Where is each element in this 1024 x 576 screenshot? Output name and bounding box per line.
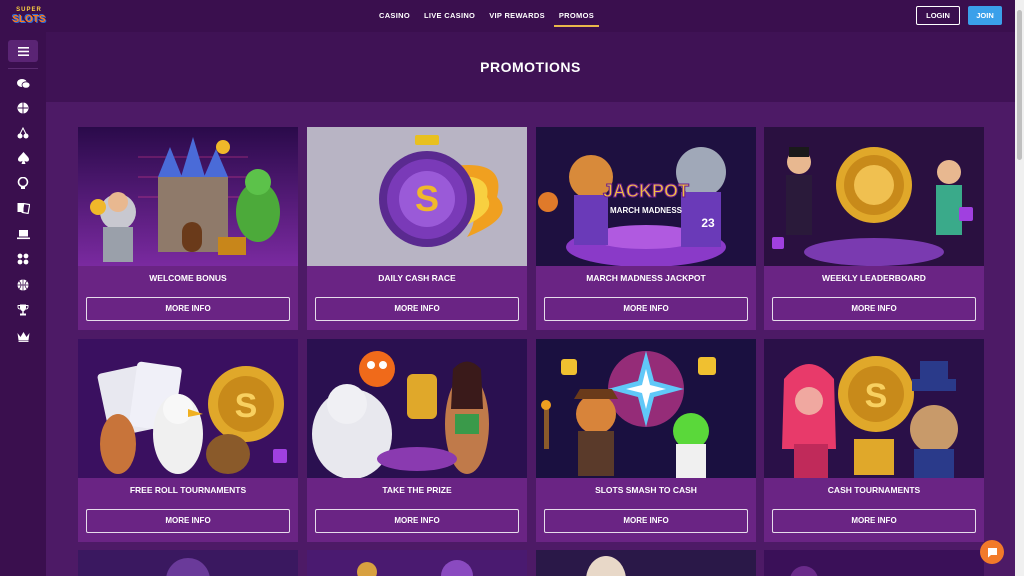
welcome-bonus-artwork[interactable]: [78, 127, 298, 266]
promo-artwork-partial[interactable]: [764, 550, 984, 576]
promo-card: S CASH TOURNAMENTS MORE INFO: [764, 339, 984, 542]
more-info-button[interactable]: MORE INFO: [86, 297, 290, 321]
slots-smash-to-cash-artwork[interactable]: [536, 339, 756, 478]
more-info-button[interactable]: MORE INFO: [315, 509, 519, 533]
cherries-icon[interactable]: [15, 125, 31, 141]
weekly-leaderboard-artwork[interactable]: [764, 127, 984, 266]
nav-promos[interactable]: PROMOS: [552, 0, 601, 32]
promo-title: WEEKLY LEADERBOARD: [822, 273, 926, 283]
promo-card: JACKPOT MARCH MADNESS 23 MARCH MADNESS J…: [536, 127, 756, 330]
promo-card-partial: [307, 550, 527, 576]
promo-title: WELCOME BONUS: [149, 273, 227, 283]
daily-cash-race-artwork[interactable]: S: [307, 127, 527, 266]
promo-card-partial: [536, 550, 756, 576]
promo-card: WEEKLY LEADERBOARD MORE INFO: [764, 127, 984, 330]
more-info-button[interactable]: MORE INFO: [772, 509, 976, 533]
promo-card: SLOTS SMASH TO CASH MORE INFO: [536, 339, 756, 542]
nav-casino[interactable]: CASINO: [372, 0, 417, 32]
coin-symbol: S: [235, 387, 258, 425]
promo-artwork-partial[interactable]: [78, 550, 298, 576]
logo-line-1: SUPER: [16, 7, 42, 13]
promo-title: SLOTS SMASH TO CASH: [595, 485, 697, 495]
promo-title: DAILY CASH RACE: [378, 273, 456, 283]
promo-title: FREE ROLL TOURNAMENTS: [129, 485, 247, 495]
sidebar: [0, 32, 46, 576]
super-slots-logo[interactable]: SUPER SLOTS: [10, 5, 48, 27]
nav-vip-rewards[interactable]: VIP REWARDS: [482, 0, 552, 32]
promo-card: WELCOME BONUS MORE INFO: [78, 127, 298, 330]
join-button[interactable]: JOIN: [968, 6, 1002, 25]
promo-card: S DAILY CASH RACE MORE INFO: [307, 127, 527, 330]
login-button[interactable]: LOGIN: [916, 6, 960, 25]
sports-ball-icon[interactable]: [15, 100, 31, 116]
dice-icon[interactable]: [15, 251, 31, 267]
coin-symbol: S: [415, 178, 439, 219]
march-madness-text: MARCH MADNESS: [610, 206, 683, 215]
cards-icon[interactable]: [15, 200, 31, 216]
free-roll-tournaments-artwork[interactable]: S: [78, 339, 298, 478]
chat-icon[interactable]: [15, 76, 31, 92]
promo-card-partial: [764, 550, 984, 576]
promo-artwork-partial[interactable]: [536, 550, 756, 576]
promo-title: MARCH MADNESS JACKPOT: [586, 273, 706, 283]
main-content: PROMOTIONS WELCOME BONUS MORE INFO S DAI…: [46, 32, 1015, 576]
more-info-button[interactable]: MORE INFO: [544, 297, 748, 321]
top-bar: SUPER SLOTS CASINO LIVE CASINO VIP REWAR…: [0, 0, 1024, 32]
promo-card-partial: [78, 550, 298, 576]
more-info-button[interactable]: MORE INFO: [315, 297, 519, 321]
promo-card: TAKE THE PRIZE MORE INFO: [307, 339, 527, 542]
page-scrollbar[interactable]: [1015, 0, 1024, 576]
main-nav: CASINO LIVE CASINO VIP REWARDS PROMOS: [372, 0, 601, 32]
coin-symbol: S: [865, 377, 888, 415]
promo-card: S FREE ROLL TOURNAMENTS MORE INFO: [78, 339, 298, 542]
cash-tournaments-artwork[interactable]: S: [764, 339, 984, 478]
more-info-button[interactable]: MORE INFO: [86, 509, 290, 533]
basketball-icon[interactable]: [15, 277, 31, 293]
jersey-number: 23: [701, 216, 715, 230]
promo-title: TAKE THE PRIZE: [382, 485, 452, 495]
trophy-icon[interactable]: [15, 302, 31, 318]
march-madness-jackpot-artwork[interactable]: JACKPOT MARCH MADNESS 23: [536, 127, 756, 266]
hamburger-icon: [17, 46, 29, 56]
jackpot-text: JACKPOT: [603, 181, 689, 201]
sidebar-divider: [8, 68, 38, 69]
promo-artwork-partial[interactable]: [307, 550, 527, 576]
page-title: PROMOTIONS: [480, 59, 581, 75]
page-header: PROMOTIONS: [46, 32, 1015, 102]
live-chat-button[interactable]: [980, 540, 1004, 564]
poker-chip-icon[interactable]: [15, 175, 31, 191]
scrollbar-thumb[interactable]: [1017, 10, 1022, 160]
laptop-icon[interactable]: [15, 226, 31, 242]
more-info-button[interactable]: MORE INFO: [544, 509, 748, 533]
spade-icon[interactable]: [15, 150, 31, 166]
menu-button[interactable]: [8, 40, 38, 62]
crown-icon[interactable]: [15, 328, 31, 344]
more-info-button[interactable]: MORE INFO: [772, 297, 976, 321]
logo-line-2: SLOTS: [12, 14, 46, 25]
nav-live-casino[interactable]: LIVE CASINO: [417, 0, 482, 32]
promo-title: CASH TOURNAMENTS: [827, 485, 921, 495]
chat-bubble-icon: [987, 547, 997, 557]
take-the-prize-artwork[interactable]: [307, 339, 527, 478]
